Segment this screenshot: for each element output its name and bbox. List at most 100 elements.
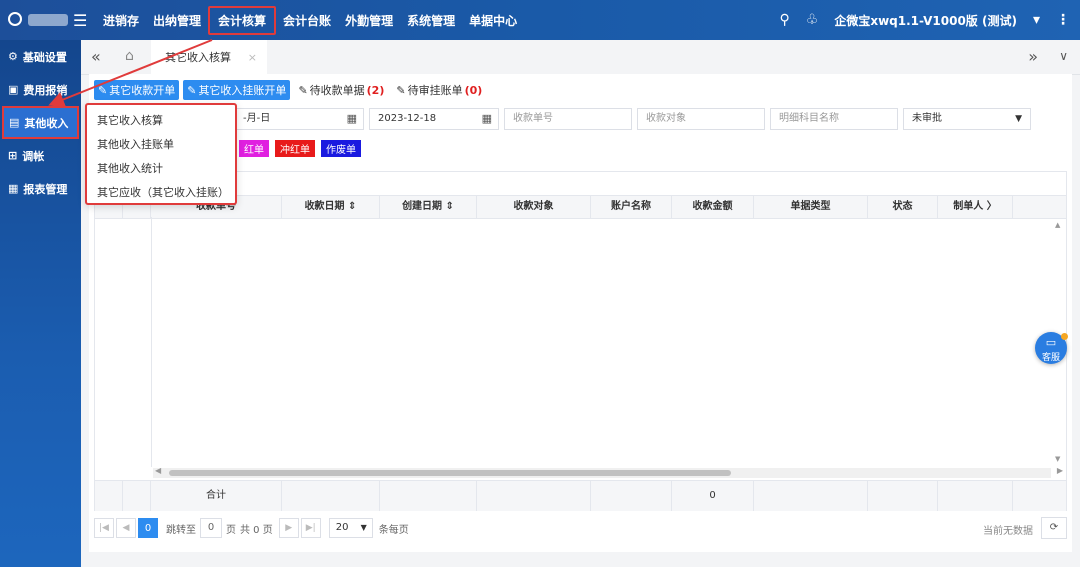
sort-icon[interactable]: ⇕ (446, 201, 454, 212)
more-icon[interactable]: ⋮ (1056, 12, 1070, 28)
button-label: 其它收款开单 (109, 84, 176, 97)
new-income-voucher-button[interactable]: ✎ 其它收入挂账开单 (183, 80, 291, 100)
col-amount[interactable]: 收款金额 (672, 196, 754, 218)
edit-icon: ✎ (298, 83, 308, 97)
nav-item-ledger[interactable]: 会计台账 (276, 12, 338, 29)
status-select[interactable]: 未审批 ▼ (903, 108, 1031, 130)
other-income-submenu: 其它收入核算 其他收入挂账单 其他收入统计 其它应收（其它收入挂账） (85, 103, 237, 205)
scroll-thumb[interactable] (169, 470, 731, 476)
scroll-tabs-left-icon[interactable]: « (91, 47, 101, 66)
end-date-field[interactable]: 2023-12-18 ▦ (369, 108, 499, 130)
legend-tags: 红单 冲红单 作废单 (239, 140, 361, 157)
first-page-button[interactable]: |◀ (94, 518, 114, 538)
nav-item-system[interactable]: 系统管理 (400, 12, 462, 29)
logo-text (28, 14, 68, 26)
col-status[interactable]: 状态 (868, 196, 938, 218)
sidebar-item-adjust[interactable]: ⊞ 调帐 (0, 139, 81, 172)
col-payer[interactable]: 收款对象 (477, 196, 591, 218)
footer-cell (754, 481, 868, 511)
row-selector-column (95, 217, 152, 467)
goto-label: 跳转至 (166, 524, 196, 536)
footer-cell (591, 481, 672, 511)
count-badge: (2) (366, 83, 385, 97)
sort-icon[interactable]: ⇕ (348, 201, 356, 212)
refresh-button[interactable]: ⟳ (1041, 517, 1067, 539)
pending-receipts-button[interactable]: ✎ 待收款单据 (2) (294, 80, 388, 100)
close-icon[interactable]: × (248, 51, 257, 64)
tag-red-voucher: 红单 (239, 140, 269, 157)
chevron-down-icon[interactable]: ∨ (1059, 49, 1068, 63)
search-icon[interactable]: ⚲ (780, 12, 790, 28)
footer-total-amount: 0 (672, 481, 754, 511)
scroll-right-icon[interactable]: ▶ (1057, 466, 1063, 475)
goto-page-input[interactable]: 0 (200, 518, 222, 538)
current-page-button[interactable]: 0 (138, 518, 158, 538)
edit-icon: ✎ (187, 83, 197, 97)
footer-total-label: 合计 (151, 481, 282, 511)
receipt-no-input[interactable]: 收款单号 (504, 108, 632, 130)
start-date-field[interactable]: -月-日 ▦ (234, 108, 364, 130)
next-page-button[interactable]: ▶ (278, 518, 299, 538)
submenu-item-accounting[interactable]: 其它收入核算 (87, 109, 235, 133)
sidebar-item-label: 其他收入 (24, 116, 69, 130)
last-page-button[interactable]: ▶| (300, 518, 321, 538)
button-label: 其它收入挂账开单 (198, 84, 287, 97)
scroll-left-icon[interactable]: ◀ (155, 466, 161, 475)
edit-icon: ✎ (98, 83, 108, 97)
pending-approval-button[interactable]: ✎ 待审挂账单 (0) (392, 80, 486, 100)
toolbar: ✎ 其它收款开单 ✎ 其它收入挂账开单 ✎ 待收款单据 (2) ✎ 待审挂账单 … (94, 79, 486, 101)
scroll-tabs-right-icon[interactable]: » (1028, 47, 1038, 66)
scroll-up-icon[interactable]: ▲ (1055, 221, 1060, 229)
sidebar-item-basic-settings[interactable]: ⚙ 基础设置 (0, 40, 81, 73)
footer-cell (477, 481, 591, 511)
table-footer: 合计 0 (95, 480, 1066, 511)
col-voucher-type[interactable]: 单据类型 (754, 196, 868, 218)
tab-other-income-accounting[interactable]: 其它收入核算 × (151, 40, 267, 74)
sidebar-item-expense[interactable]: ▣ 费用报销 (0, 73, 81, 106)
customer-service-button[interactable]: ▭ 客服 (1035, 332, 1068, 364)
sidebar-item-reports[interactable]: ▦ 报表管理 (0, 172, 81, 205)
sidebar-item-label: 费用报销 (23, 83, 68, 97)
placeholder: 明细科目名称 (779, 113, 839, 124)
col-extra (1013, 196, 1066, 218)
submenu-item-statistics[interactable]: 其他收入统计 (87, 157, 235, 181)
tag-reversal: 冲红单 (275, 140, 315, 157)
top-bar: ☰ 进销存 出纳管理 会计核算 会计台账 外勤管理 系统管理 单据中心 ⚲ ♧ … (0, 0, 1080, 40)
nav-item-inventory[interactable]: 进销存 (96, 12, 146, 29)
footer-cell (123, 481, 151, 511)
nav-item-cashier[interactable]: 出纳管理 (146, 12, 208, 29)
chevron-down-icon[interactable]: ▾ (1033, 12, 1040, 28)
account-name[interactable]: 企微宝xwq1.1-V1000版 (测试) (834, 12, 1017, 29)
submenu-item-receivable[interactable]: 其它应收（其它收入挂账） (87, 181, 235, 205)
calendar-icon[interactable]: ▦ (347, 109, 357, 129)
footer-cell (282, 481, 380, 511)
payer-input[interactable]: 收款对象 (637, 108, 765, 130)
detail-subject-input[interactable]: 明细科目名称 (770, 108, 898, 130)
column-label: 创建日期 (402, 201, 443, 212)
new-receipt-button[interactable]: ✎ 其它收款开单 (94, 80, 180, 100)
page-label: 页 (226, 524, 236, 536)
nav-item-accounting[interactable]: 会计核算 (208, 5, 277, 35)
footer-cell (868, 481, 938, 511)
top-nav: 进销存 出纳管理 会计核算 会计台账 外勤管理 系统管理 单据中心 (96, 0, 524, 40)
button-label: 待收款单据 (309, 84, 365, 97)
calendar-icon[interactable]: ▦ (482, 109, 492, 129)
submenu-item-voucher[interactable]: 其他收入挂账单 (87, 133, 235, 157)
col-created-date[interactable]: 创建日期 ⇕ (380, 196, 477, 218)
col-creator[interactable]: 制单人 〉 (938, 196, 1013, 218)
horizontal-scrollbar[interactable]: ◀ ▶ (153, 466, 1063, 478)
prev-page-button[interactable]: ◀ (116, 518, 136, 538)
sidebar-item-other-income[interactable]: ▤ 其他收入 (2, 106, 79, 139)
col-receipt-date[interactable]: 收款日期 ⇕ (282, 196, 380, 218)
logo-icon (8, 12, 22, 26)
bell-icon[interactable]: ♧ (806, 12, 819, 28)
home-icon[interactable]: ⌂ (125, 48, 134, 64)
nav-item-documents[interactable]: 单据中心 (462, 12, 524, 29)
scroll-down-icon[interactable]: ▼ (1055, 455, 1060, 463)
menu-toggle-icon[interactable]: ☰ (73, 11, 87, 30)
page-size-select[interactable]: 20 ▼ (328, 518, 373, 538)
nav-item-field[interactable]: 外勤管理 (338, 12, 400, 29)
no-data-text: 当前无数据 (983, 526, 1033, 537)
col-account-name[interactable]: 账户名称 (591, 196, 672, 218)
footer-cell (1013, 481, 1066, 511)
